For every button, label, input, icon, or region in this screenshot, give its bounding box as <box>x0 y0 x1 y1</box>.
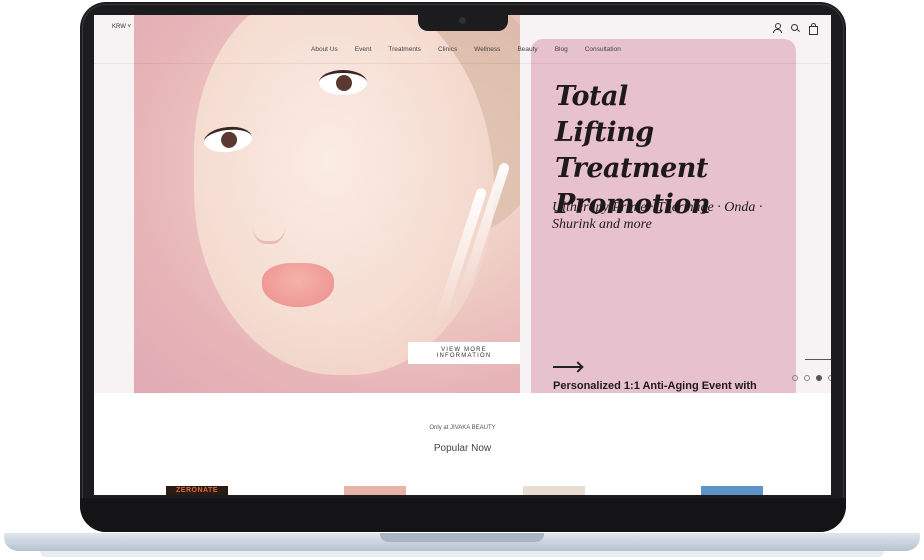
section-title: Popular Now <box>433 443 492 454</box>
nav-consultation[interactable]: Consultation <box>585 46 621 53</box>
camera-icon <box>459 17 466 24</box>
slide-dot[interactable] <box>804 375 810 381</box>
arrow-right-icon[interactable] <box>553 366 581 368</box>
nav-event[interactable]: Event <box>355 46 372 53</box>
header-icons <box>772 23 818 35</box>
promo-event-text: Personalized 1:1 Anti-Aging Event with <box>553 380 757 392</box>
slide-dot-active[interactable] <box>816 375 822 381</box>
user-icon[interactable] <box>772 23 782 33</box>
product-thumbnail[interactable] <box>701 486 763 495</box>
view-more-button[interactable]: VIEW MORE INFORMATION <box>408 342 520 364</box>
nav-about[interactable]: About Us <box>311 46 338 53</box>
main-nav: About Us Event Treatments Clinics Wellne… <box>311 46 638 53</box>
currency-selector[interactable]: KRW ˅ <box>112 24 131 30</box>
laptop-shadow <box>40 551 884 557</box>
promo-subtitle: Ultherapy Prime · Thermage · Onda · Shur… <box>552 200 763 232</box>
slide-dot[interactable] <box>792 375 798 381</box>
laptop-base-notch <box>380 533 544 542</box>
product-thumbnail[interactable] <box>523 486 585 495</box>
slide-divider <box>805 359 831 360</box>
hero-image <box>134 15 520 393</box>
nav-treatments[interactable]: Treatments <box>388 46 421 53</box>
nav-blog[interactable]: Blog <box>555 46 568 53</box>
nav-clinics[interactable]: Clinics <box>438 46 457 53</box>
screen: VIEW MORE INFORMATION Total Lifting Trea… <box>94 15 831 495</box>
product-thumbnail[interactable] <box>344 486 406 495</box>
search-icon[interactable] <box>790 23 800 33</box>
slide-dots <box>792 375 831 381</box>
product-thumbnail[interactable]: ZERONATE <box>166 486 228 495</box>
lips <box>262 263 334 307</box>
promo-panel: Total Lifting Treatment Promotion Ulther… <box>531 39 796 393</box>
nav-wellness[interactable]: Wellness <box>474 46 500 53</box>
section-tagline: Only at JIVAKA BEAUTY <box>429 425 496 431</box>
camera-notch <box>418 13 508 31</box>
nav-beauty[interactable]: Beauty <box>517 46 537 53</box>
shopping-bag-icon[interactable] <box>808 23 818 35</box>
laptop-bottom-bezel <box>80 498 846 532</box>
hero-banner: VIEW MORE INFORMATION Total Lifting Trea… <box>94 15 831 393</box>
slide-dot[interactable] <box>828 375 831 381</box>
